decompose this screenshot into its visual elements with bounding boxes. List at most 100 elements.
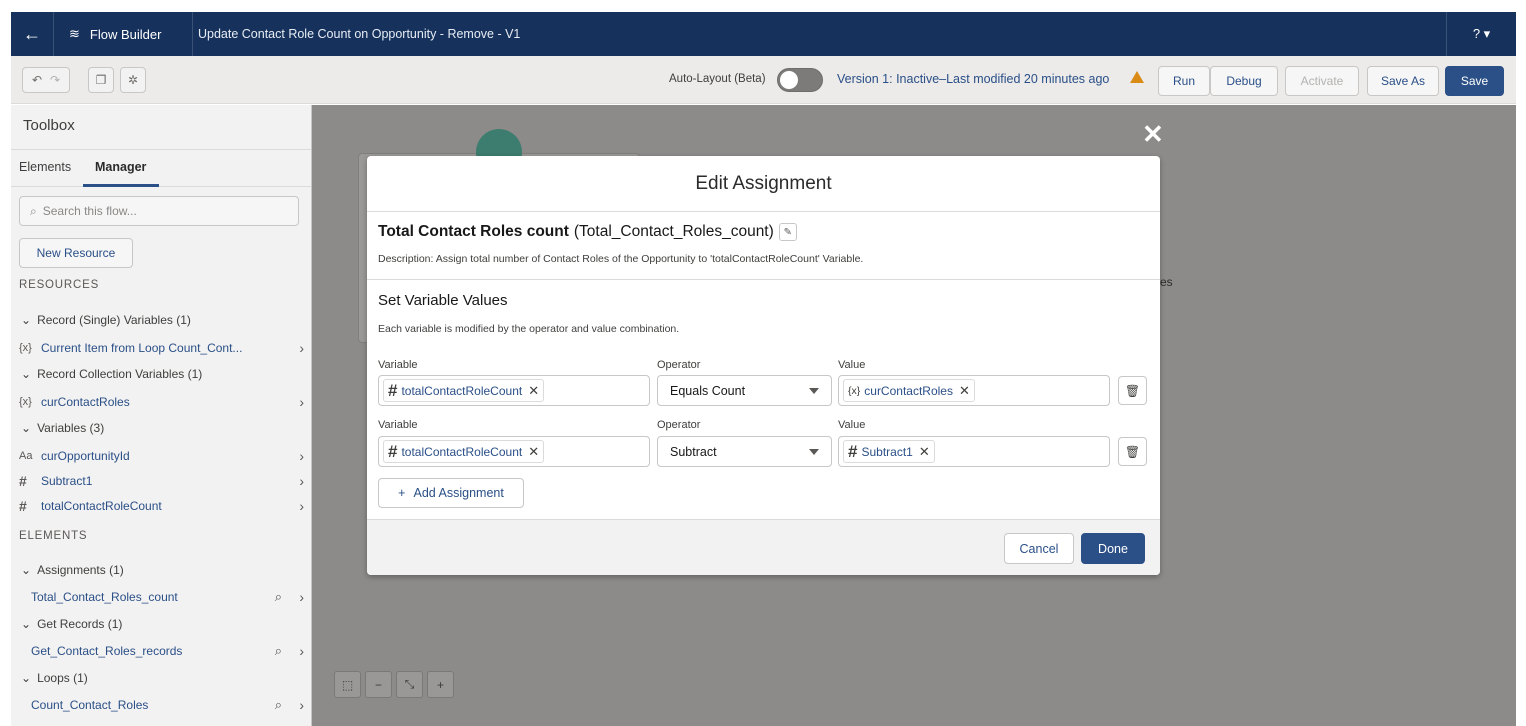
chevron-right-icon[interactable]: ›	[299, 589, 304, 605]
fit-to-view-icon[interactable]: ⤡	[396, 671, 423, 698]
chevron-down-icon: ⌄	[21, 367, 32, 381]
remove-icon[interactable]: ✕	[919, 444, 930, 460]
gear-icon[interactable]: ✲	[120, 67, 146, 93]
warning-icon[interactable]	[1130, 71, 1144, 83]
edit-pencil-icon[interactable]: ✎	[778, 223, 797, 241]
help-menu-button[interactable]: ? ▾	[1446, 12, 1516, 56]
remove-icon[interactable]: ✕	[528, 383, 539, 399]
group-assignments[interactable]: ⌄ Assignments (1)	[21, 563, 124, 577]
cancel-button[interactable]: Cancel	[1004, 533, 1074, 564]
chevron-right-icon[interactable]: ›	[299, 643, 304, 659]
new-resource-button[interactable]: New Resource	[19, 238, 133, 268]
tab-manager[interactable]: Manager	[95, 160, 146, 174]
done-button[interactable]: Done	[1081, 533, 1145, 564]
group-variables[interactable]: ⌄ Variables (3)	[21, 421, 104, 435]
variable-field[interactable]: # totalContactRoleCount ✕	[378, 375, 650, 406]
search-icon[interactable]: ⌕	[275, 643, 282, 659]
group-label: Variables (3)	[37, 421, 105, 435]
number-variable-icon: #	[19, 498, 27, 514]
variable-label: Variable	[378, 359, 418, 371]
save-button[interactable]: Save	[1445, 66, 1504, 96]
search-icon: ⌕	[30, 203, 37, 218]
zoom-out-icon[interactable]: −	[365, 671, 392, 698]
select-elements-icon[interactable]: ⬚	[334, 671, 361, 698]
number-variable-icon: #	[388, 441, 398, 461]
value-pill-label: curContactRoles	[864, 383, 953, 398]
element-label: Total_Contact_Roles_count	[31, 590, 178, 604]
group-record-single-variables[interactable]: ⌄ Record (Single) Variables (1)	[21, 313, 191, 327]
element-item[interactable]: Total_Contact_Roles_count ⌕ ›	[31, 587, 304, 607]
operator-value: Subtract	[670, 444, 717, 459]
assignment-name: Total Contact Roles count (Total_Contact…	[378, 223, 797, 241]
toolbox-tabs: Elements Manager	[11, 149, 311, 187]
search-icon[interactable]: ⌕	[275, 697, 282, 713]
zoom-in-icon[interactable]: +	[427, 671, 454, 698]
copy-icon[interactable]: ❐	[88, 67, 114, 93]
value-field[interactable]: {x} curContactRoles ✕	[838, 375, 1110, 406]
delete-row-icon[interactable]: 🗑	[1118, 376, 1147, 405]
group-get-records[interactable]: ⌄ Get Records (1)	[21, 617, 122, 631]
remove-icon[interactable]: ✕	[528, 444, 539, 460]
redo-icon[interactable]: ↷	[50, 73, 60, 87]
elements-heading: ELEMENTS	[19, 530, 88, 542]
group-label: Record (Single) Variables (1)	[37, 313, 191, 327]
text-variable-icon: Aa	[19, 450, 33, 462]
group-record-collection-variables[interactable]: ⌄ Record Collection Variables (1)	[21, 367, 202, 381]
assignment-description: Description: Assign total number of Cont…	[378, 253, 864, 265]
record-variable-icon: {x}	[848, 384, 861, 397]
record-variable-icon: {x}	[19, 396, 32, 408]
chevron-right-icon[interactable]: ›	[299, 394, 304, 410]
chevron-down-icon: ⌄	[21, 617, 32, 631]
activate-button[interactable]: Activate	[1285, 66, 1359, 96]
resource-item[interactable]: Aa curOpportunityId ›	[19, 446, 304, 466]
canvas-partial-text: es	[1160, 275, 1173, 289]
resource-item[interactable]: # Subtract1 ›	[19, 471, 304, 491]
element-label: Count_Contact_Roles	[31, 698, 149, 712]
group-label: Get Records (1)	[37, 617, 123, 631]
caret-down-icon	[809, 388, 819, 394]
variable-pill-label: totalContactRoleCount	[401, 383, 523, 398]
chevron-right-icon[interactable]: ›	[299, 697, 304, 713]
number-variable-icon: #	[848, 441, 858, 461]
resource-label: curOpportunityId	[41, 449, 130, 463]
undo-icon[interactable]: ↶	[32, 73, 42, 87]
modal-footer: Cancel Done	[367, 519, 1160, 575]
element-item[interactable]: Count_Contact_Roles ⌕ ›	[31, 695, 304, 715]
variable-label: Variable	[378, 419, 418, 431]
chevron-down-icon: ⌄	[21, 563, 32, 577]
chevron-right-icon[interactable]: ›	[299, 473, 304, 489]
section-description: Each variable is modified by the operato…	[378, 323, 680, 335]
operator-select[interactable]: Subtract	[657, 436, 832, 467]
save-as-button[interactable]: Save As	[1367, 66, 1439, 96]
search-icon[interactable]: ⌕	[275, 589, 282, 605]
add-assignment-button[interactable]: + Add Assignment	[378, 478, 524, 508]
value-pill: {x} curContactRoles ✕	[843, 379, 975, 402]
resources-heading: RESOURCES	[19, 279, 100, 291]
tab-elements[interactable]: Elements	[19, 160, 71, 174]
number-variable-icon: #	[19, 473, 27, 489]
operator-select[interactable]: Equals Count	[657, 375, 832, 406]
group-loops[interactable]: ⌄ Loops (1)	[21, 671, 88, 685]
debug-button[interactable]: Debug	[1210, 66, 1278, 96]
run-button[interactable]: Run	[1158, 66, 1210, 96]
modal-title: Edit Assignment	[367, 156, 1160, 212]
value-field[interactable]: # Subtract1 ✕	[838, 436, 1110, 467]
resource-item[interactable]: # totalContactRoleCount ›	[19, 496, 304, 516]
resource-item[interactable]: {x} curContactRoles ›	[19, 392, 304, 412]
resource-label: Current Item from Loop Count_Cont...	[41, 341, 243, 355]
chevron-right-icon[interactable]: ›	[299, 498, 304, 514]
back-arrow-icon[interactable]: ←	[11, 12, 54, 56]
variable-field[interactable]: # totalContactRoleCount ✕	[378, 436, 650, 467]
element-item[interactable]: Get_Contact_Roles_records ⌕ ›	[31, 641, 304, 661]
group-label: Record Collection Variables (1)	[37, 367, 203, 381]
search-input[interactable]: ⌕ Search this flow...	[19, 196, 299, 226]
undo-redo-group: ↶ ↷	[22, 67, 70, 93]
remove-icon[interactable]: ✕	[959, 383, 970, 399]
auto-layout-toggle[interactable]	[777, 68, 823, 92]
resource-item[interactable]: {x} Current Item from Loop Count_Cont...…	[19, 338, 304, 358]
delete-row-icon[interactable]: 🗑	[1118, 437, 1147, 466]
number-variable-icon: #	[388, 380, 398, 400]
chevron-right-icon[interactable]: ›	[299, 340, 304, 356]
close-icon[interactable]: ✕	[1142, 119, 1164, 150]
chevron-right-icon[interactable]: ›	[299, 448, 304, 464]
